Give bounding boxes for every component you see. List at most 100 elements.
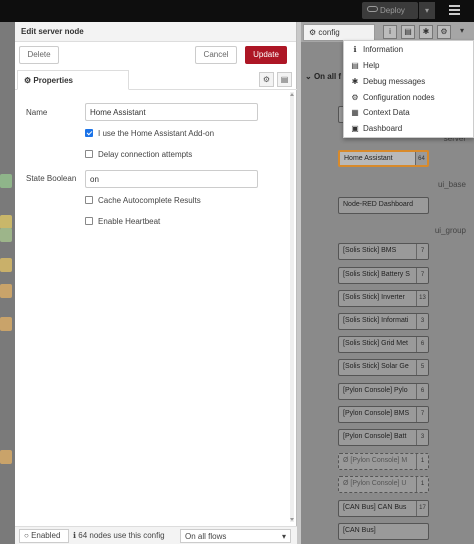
tray-title: Edit server node [15, 22, 296, 42]
sidebar-dropdown-menu: ℹ Information ▤ Help ✱ Debug messages ⚙ Conf… [343, 40, 474, 138]
deploy-options-button[interactable]: ▾ [419, 2, 435, 19]
config-node-label: [CAN Bus] [343, 527, 376, 534]
cache-label: Cache Autocomplete Results [98, 196, 201, 205]
main-menu-icon[interactable] [446, 3, 462, 19]
top-header: Deploy ▾ [0, 0, 474, 22]
node-settings-gear-icon[interactable]: ⚙ [259, 72, 274, 87]
config-node-item[interactable]: [Pylon Console] Batt 3 [338, 429, 429, 446]
cache-checkbox-row[interactable]: Cache Autocomplete Results [85, 196, 201, 205]
flows-scope-select[interactable]: On all flows ▾ [180, 529, 291, 543]
config-node-count: 1 [416, 477, 428, 492]
info-icon: ℹ [353, 45, 357, 54]
book-icon: ▤ [351, 61, 359, 70]
config-node-count: 3 [416, 314, 428, 329]
config-node-label: [Solis Stick] Grid Met [343, 340, 408, 347]
config-node-item[interactable]: [Pylon Console] Pylo 6 [338, 383, 429, 400]
config-node-item[interactable]: [Solis Stick] Informati 3 [338, 313, 429, 330]
menu-item-help[interactable]: ▤ Help [350, 61, 379, 70]
addon-checkbox[interactable] [85, 129, 93, 137]
chevron-down-icon[interactable]: ▾ [455, 25, 469, 39]
flow-node[interactable] [0, 258, 12, 272]
config-node-label: Home Assistant [344, 155, 393, 162]
menu-item-debug-messages[interactable]: ✱ Debug messages [350, 77, 426, 86]
bug-icon[interactable]: ✱ [419, 25, 433, 39]
config-node-item[interactable]: [Solis Stick] Grid Met 6 [338, 336, 429, 353]
config-node-item[interactable]: Node-RED Dashboard [338, 197, 429, 214]
sidebar-tab-config[interactable]: ⚙ config [303, 24, 375, 41]
config-node-count: 7 [416, 244, 428, 259]
config-node-label: Ø [Pylon Console] U [343, 480, 407, 487]
config-node-count: 17 [416, 501, 428, 516]
config-node-count: 7 [416, 407, 428, 422]
menu-item-label: Configuration nodes [363, 93, 435, 102]
name-input[interactable]: Home Assistant [85, 103, 258, 121]
book-icon[interactable]: ▤ [401, 25, 415, 39]
state-boolean-input[interactable]: on [85, 170, 258, 188]
heartbeat-checkbox[interactable] [85, 217, 93, 225]
flow-node[interactable] [0, 228, 12, 242]
addon-checkbox-row[interactable]: I use the Home Assistant Add-on [85, 129, 214, 138]
heartbeat-checkbox-row[interactable]: Enable Heartbeat [85, 217, 160, 226]
menu-item-information[interactable]: ℹ Information [350, 45, 403, 54]
state-boolean-label: State Boolean [26, 174, 77, 183]
config-node-count: 1 [416, 454, 428, 469]
info-icon[interactable]: i [383, 25, 397, 39]
config-node-item[interactable]: Ø [Pylon Console] U 1 [338, 476, 429, 493]
update-button[interactable]: Update [245, 46, 287, 64]
menu-item-label: Information [363, 45, 404, 54]
section-header[interactable]: ⌄ On all f [305, 72, 341, 81]
name-label: Name [26, 108, 48, 117]
enabled-toggle[interactable]: ○ Enabled [19, 529, 69, 543]
deploy-button[interactable]: Deploy [362, 2, 418, 19]
config-node-count: 3 [416, 430, 428, 445]
config-node-label: [Solis Stick] Solar Ge [343, 363, 409, 370]
delay-checkbox-row[interactable]: Delay connection attempts [85, 150, 192, 159]
config-node-item[interactable]: [CAN Bus] CAN Bus 17 [338, 500, 429, 517]
menu-item-dashboard[interactable]: ▣ Dashboard [350, 124, 402, 133]
tray-tab-bar: ⚙ Properties ⚙ ▤ [15, 70, 297, 90]
flow-node[interactable] [0, 215, 12, 229]
config-node-item[interactable]: [Solis Stick] Battery S 7 [338, 267, 429, 284]
config-node-label: [Pylon Console] Pylo [343, 387, 408, 394]
flows-scope-value: On all flows [185, 532, 227, 541]
config-node-item[interactable]: Home Assistant 64 [338, 150, 429, 167]
config-node-label: Ø [Pylon Console] M [343, 457, 408, 464]
menu-item-label: Context Data [363, 108, 410, 117]
menu-item-label: Dashboard [363, 124, 403, 133]
cache-checkbox[interactable] [85, 196, 93, 204]
config-node-count: 6 [416, 384, 428, 399]
config-node-label: [Pylon Console] Batt [343, 433, 407, 440]
menu-item-configuration-nodes[interactable]: ⚙ Configuration nodes [350, 93, 435, 102]
heartbeat-label: Enable Heartbeat [98, 217, 161, 226]
config-node-label: [Pylon Console] BMS [343, 410, 410, 417]
tab-properties-label: Properties [33, 76, 73, 85]
tab-properties[interactable]: ⚙ Properties [17, 70, 129, 90]
gear-icon[interactable]: ⚙ [437, 25, 451, 39]
delete-button[interactable]: Delete [19, 46, 59, 64]
tray-scrollbar[interactable] [289, 92, 295, 522]
addon-label: I use the Home Assistant Add-on [98, 129, 215, 138]
flow-node[interactable] [0, 450, 12, 464]
config-node-count: 6 [416, 337, 428, 352]
group-label: ui_base [437, 180, 466, 189]
flow-node[interactable] [0, 317, 12, 331]
config-node-item[interactable]: Ø [Pylon Console] M 1 [338, 453, 429, 470]
config-node-item[interactable]: [Pylon Console] BMS 7 [338, 406, 429, 423]
config-node-count: 7 [416, 268, 428, 283]
delay-label: Delay connection attempts [98, 150, 193, 159]
config-node-count: 5 [416, 360, 428, 375]
node-description-doc-icon[interactable]: ▤ [277, 72, 292, 87]
delay-checkbox[interactable] [85, 150, 93, 158]
config-node-count: 64 [415, 152, 427, 165]
config-node-item[interactable]: [Solis Stick] Inverter 13 [338, 290, 429, 307]
dashboard-icon: ▣ [351, 124, 359, 133]
workspace-canvas[interactable] [0, 22, 16, 544]
cancel-button[interactable]: Cancel [195, 46, 237, 64]
config-node-item[interactable]: [CAN Bus] [338, 523, 429, 540]
config-node-label: Node-RED Dashboard [343, 201, 414, 208]
flow-node[interactable] [0, 284, 12, 298]
config-node-item[interactable]: [Solis Stick] Solar Ge 5 [338, 359, 429, 376]
menu-item-context-data[interactable]: ▦ Context Data [350, 108, 410, 117]
config-node-item[interactable]: [Solis Stick] BMS 7 [338, 243, 429, 260]
flow-node[interactable] [0, 174, 12, 188]
